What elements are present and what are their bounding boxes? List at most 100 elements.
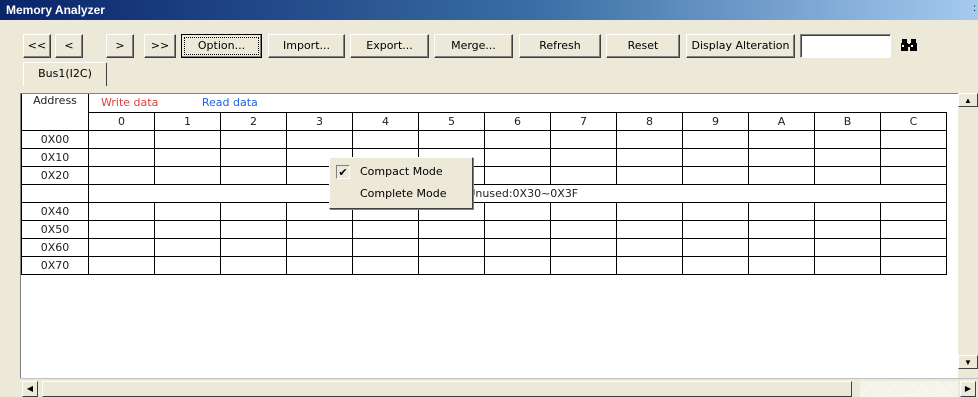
data-cell[interactable] [814,129,881,149]
data-cell[interactable] [154,165,221,185]
data-cell[interactable] [220,165,287,185]
close-icon[interactable]: : [973,3,976,14]
export-button[interactable]: Export... [350,34,429,58]
data-cell[interactable] [748,147,815,167]
option-button[interactable]: Option... [181,34,262,58]
data-cell[interactable] [814,147,881,167]
next-page-button[interactable]: > [106,34,134,58]
tab-bus1-i2c[interactable]: Bus1(I2C) [23,62,107,86]
data-cell[interactable] [682,201,749,221]
prev-page-button[interactable]: < [55,34,83,58]
reset-button[interactable]: Reset [606,34,680,58]
data-cell[interactable] [814,201,881,221]
data-cell[interactable] [682,237,749,257]
data-cell[interactable] [352,129,419,149]
data-cell[interactable] [484,237,551,257]
first-page-button[interactable]: << [23,34,51,58]
data-cell[interactable] [616,255,683,275]
data-cell[interactable] [220,129,287,149]
table-row[interactable]: 0X20 [21,165,947,185]
data-cell[interactable] [418,219,485,239]
table-row[interactable]: 0X60 [21,237,947,257]
data-cell[interactable] [880,129,947,149]
data-cell[interactable] [814,237,881,257]
merge-button[interactable]: Merge... [434,34,513,58]
menu-item-complete-mode[interactable]: Complete Mode [332,184,470,204]
table-row[interactable]: 0X50 [21,219,947,239]
data-cell[interactable] [616,147,683,167]
import-button[interactable]: Import... [268,34,345,58]
data-cell[interactable] [88,129,155,149]
data-cell[interactable] [550,201,617,221]
data-cell[interactable] [748,237,815,257]
data-cell[interactable] [220,147,287,167]
menu-item-compact-mode[interactable]: ✔ Compact Mode [332,162,470,182]
data-cell[interactable] [88,219,155,239]
data-cell[interactable] [682,255,749,275]
data-cell[interactable] [484,165,551,185]
data-cell[interactable] [880,165,947,185]
data-cell[interactable] [814,165,881,185]
horizontal-scrollbar[interactable]: ◀ ▶ [20,378,978,397]
scroll-up-icon[interactable]: ▲ [958,93,978,107]
data-cell[interactable] [682,147,749,167]
data-cell[interactable] [550,237,617,257]
data-cell[interactable] [88,165,155,185]
refresh-button[interactable]: Refresh [519,34,601,58]
data-cell[interactable] [286,255,353,275]
data-cell[interactable] [286,219,353,239]
data-cell[interactable] [220,255,287,275]
data-cell[interactable] [550,165,617,185]
data-cell[interactable] [418,255,485,275]
data-cell[interactable] [88,237,155,257]
data-cell[interactable] [88,201,155,221]
data-cell[interactable] [682,165,749,185]
scroll-down-icon[interactable]: ▼ [958,355,978,369]
data-cell[interactable] [616,165,683,185]
data-cell[interactable] [484,129,551,149]
last-page-button[interactable]: >> [144,34,176,58]
data-cell[interactable] [682,219,749,239]
binoculars-icon[interactable] [898,34,920,56]
data-cell[interactable] [154,129,221,149]
data-cell[interactable] [616,129,683,149]
scroll-left-icon[interactable]: ◀ [22,381,38,397]
data-cell[interactable] [616,237,683,257]
table-row[interactable]: 0X70 [21,255,947,275]
data-cell[interactable] [286,129,353,149]
data-cell[interactable] [880,255,947,275]
data-cell[interactable] [418,129,485,149]
data-cell[interactable] [154,255,221,275]
data-cell[interactable] [550,255,617,275]
data-cell[interactable] [550,129,617,149]
data-cell[interactable] [550,147,617,167]
data-cell[interactable] [352,237,419,257]
vertical-scrollbar[interactable]: ▲ ▼ [958,93,978,397]
data-cell[interactable] [748,201,815,221]
data-cell[interactable] [748,129,815,149]
data-cell[interactable] [220,237,287,257]
data-cell[interactable] [880,147,947,167]
data-cell[interactable] [880,237,947,257]
data-cell[interactable] [616,219,683,239]
data-cell[interactable] [220,201,287,221]
scroll-right-icon[interactable]: ▶ [960,381,976,397]
horizontal-scroll-thumb[interactable] [42,381,852,397]
table-row[interactable]: 0X10 [21,147,947,167]
data-cell[interactable] [154,219,221,239]
data-cell[interactable] [748,255,815,275]
data-cell[interactable] [748,165,815,185]
data-cell[interactable] [484,219,551,239]
data-cell[interactable] [154,147,221,167]
data-cell[interactable] [286,237,353,257]
data-cell[interactable] [814,219,881,239]
data-cell[interactable] [154,201,221,221]
data-cell[interactable] [682,129,749,149]
scroll-track[interactable] [860,381,958,397]
data-cell[interactable] [484,255,551,275]
table-row[interactable]: 0X00 [21,129,947,149]
data-cell[interactable] [550,219,617,239]
data-cell[interactable] [220,219,287,239]
data-cell[interactable] [616,201,683,221]
data-cell[interactable] [748,219,815,239]
